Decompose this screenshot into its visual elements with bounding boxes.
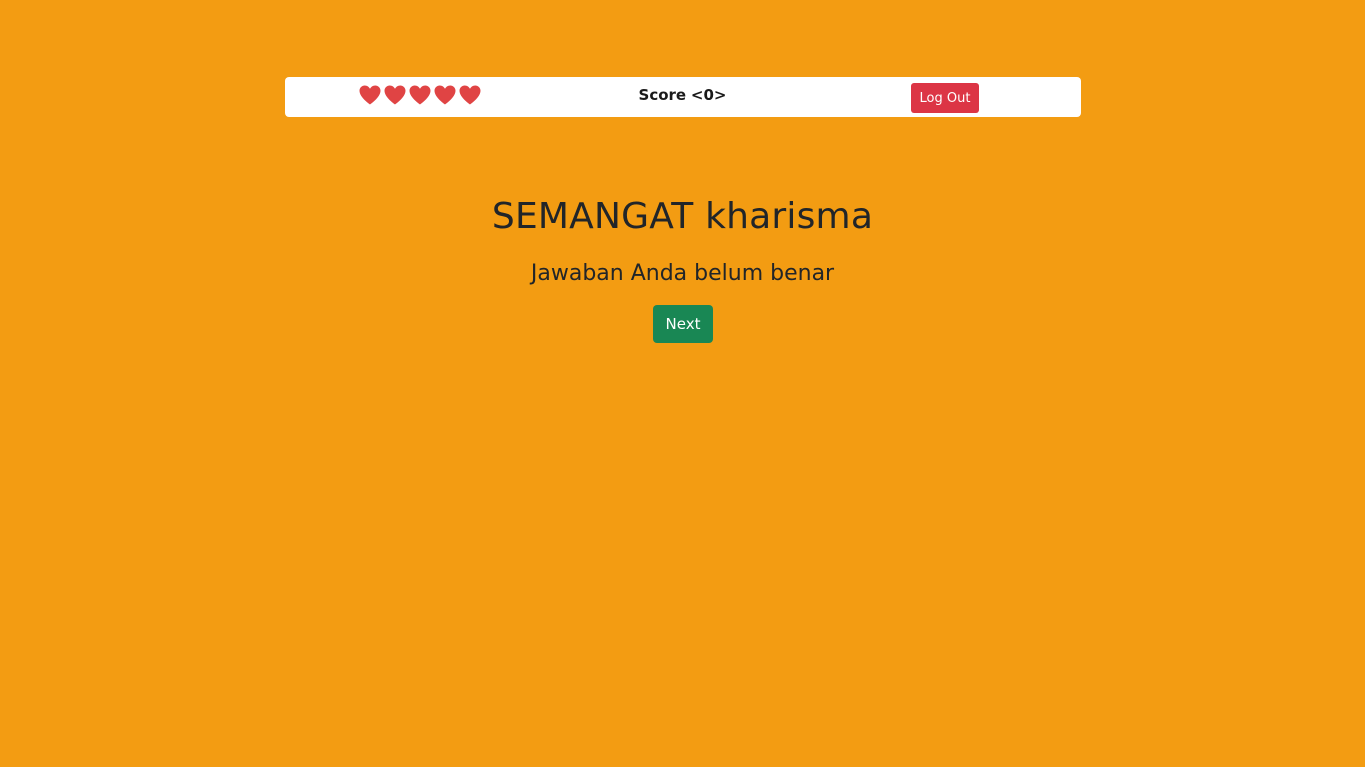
heart-icon (384, 85, 406, 105)
lives-indicator (358, 83, 482, 107)
result-message: Jawaban Anda belum benar (530, 261, 835, 286)
heart-icon (459, 85, 481, 105)
heart-icon (409, 85, 431, 105)
heart-icon (434, 85, 456, 105)
heart-icon (359, 85, 381, 105)
next-button[interactable]: Next (653, 305, 713, 343)
page-title: SEMANGAT kharisma (491, 196, 874, 237)
logout-button[interactable]: Log Out (911, 83, 979, 113)
